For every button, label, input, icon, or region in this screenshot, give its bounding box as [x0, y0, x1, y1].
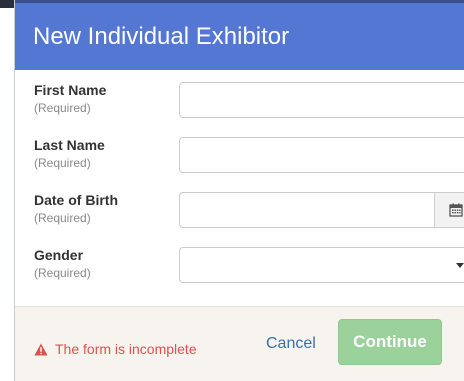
- date-of-birth-row: Date of Birth (Required): [34, 192, 464, 236]
- first-name-label-block: First Name (Required): [34, 82, 159, 116]
- gender-required-label: (Required): [34, 266, 91, 280]
- gender-label: Gender: [34, 247, 84, 263]
- dialog-title: New Individual Exhibitor: [33, 22, 290, 50]
- dialog-header: New Individual Exhibitor: [15, 0, 464, 70]
- continue-button[interactable]: Continue: [338, 319, 442, 365]
- form-status-text: The form is incomplete: [55, 341, 197, 357]
- date-of-birth-label: Date of Birth: [34, 192, 118, 208]
- last-name-label: Last Name: [34, 137, 105, 153]
- warning-triangle-icon: [34, 343, 48, 355]
- date-of-birth-label-block: Date of Birth (Required): [34, 192, 159, 226]
- gender-row: Gender (Required): [34, 247, 464, 291]
- date-picker-button[interactable]: [434, 192, 464, 228]
- cancel-button[interactable]: Cancel: [266, 335, 316, 353]
- last-name-row: Last Name (Required): [34, 137, 464, 181]
- first-name-required-label: (Required): [34, 101, 91, 115]
- date-of-birth-group: [179, 192, 464, 228]
- date-of-birth-input[interactable]: [179, 192, 435, 228]
- first-name-row: First Name (Required): [34, 82, 464, 126]
- gender-select[interactable]: [179, 247, 464, 283]
- new-exhibitor-dialog: New Individual Exhibitor First Name (Req…: [14, 0, 464, 381]
- caret-down-icon: [456, 263, 464, 268]
- gender-label-block: Gender (Required): [34, 247, 159, 281]
- dialog-footer: The form is incomplete Cancel Continue: [15, 306, 464, 381]
- last-name-required-label: (Required): [34, 156, 91, 170]
- first-name-label: First Name: [34, 82, 107, 98]
- last-name-input[interactable]: [179, 137, 464, 173]
- date-of-birth-required-label: (Required): [34, 211, 91, 225]
- calendar-icon: [448, 203, 463, 217]
- first-name-input[interactable]: [179, 82, 464, 118]
- last-name-label-block: Last Name (Required): [34, 137, 159, 171]
- form-status: The form is incomplete: [34, 341, 197, 357]
- dialog-body: First Name (Required) Last Name (Require…: [15, 70, 464, 306]
